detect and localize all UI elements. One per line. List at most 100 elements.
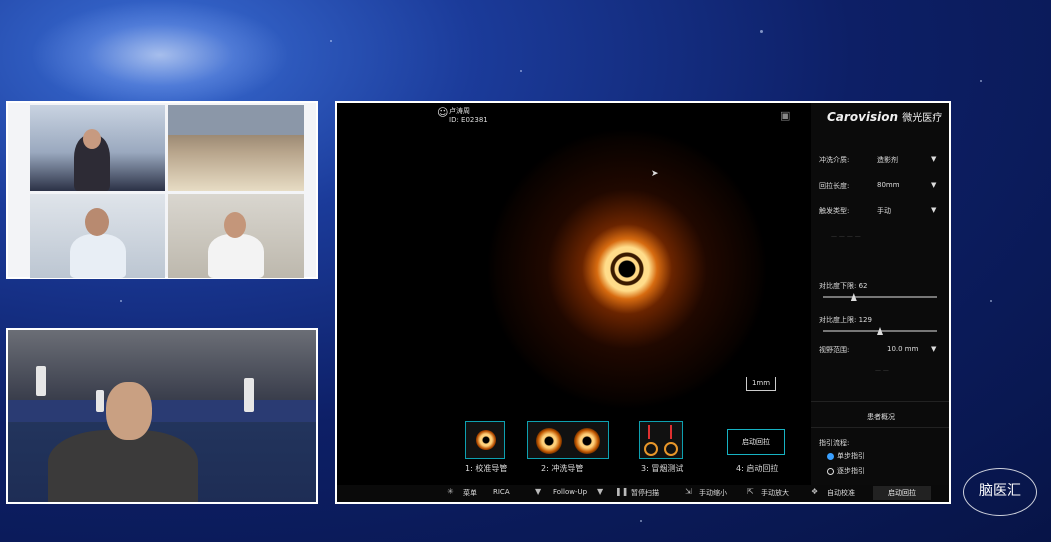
step-smoke-test-thumbnail[interactable]: [639, 421, 683, 459]
background-star: [520, 70, 522, 72]
water-bottle: [244, 378, 254, 412]
doctor-silhouette: [208, 234, 264, 278]
pullback-length-label: 回拉长度:: [819, 182, 850, 190]
oct-application-window: ☺ 卢涛周 ID: E02381 ▣ ➤ 1mm 1: 校准导管 2: 冲洗导管…: [335, 101, 951, 504]
carovision-logo: Carovision 微光医疗: [827, 110, 943, 124]
step-label-4: 4: 启动回拉: [736, 464, 779, 473]
guide-radio-stepwise[interactable]: [827, 468, 834, 475]
hall-screen: [168, 105, 304, 135]
panel-divider: [811, 401, 949, 402]
smoke-mark: [670, 425, 672, 439]
mode-select[interactable]: Follow-Up: [553, 488, 587, 496]
chevron-down-icon[interactable]: ▼: [931, 206, 936, 214]
disabled-option: — —: [875, 367, 889, 374]
step-flush-thumbnail[interactable]: [527, 421, 609, 459]
step-label-3: 3: 冒烟测试: [641, 464, 684, 473]
zoom-in-icon[interactable]: ⇱: [747, 487, 754, 496]
zoom-in-button[interactable]: 手动放大: [761, 488, 789, 498]
video-feed-2: [168, 105, 304, 191]
chevron-down-icon[interactable]: ▼: [535, 487, 541, 496]
fov-value[interactable]: 10.0 mm: [887, 345, 918, 353]
disabled-option: — — — —: [831, 233, 861, 240]
target-icon[interactable]: ❖: [811, 487, 818, 496]
fov-label: 视野范围:: [819, 346, 850, 354]
contrast-low-value: 62: [858, 282, 868, 290]
guide-radio-single[interactable]: [827, 453, 834, 460]
patient-info: ☺ 卢涛周 ID: E02381: [437, 107, 488, 125]
oct-thumb-ring: [536, 428, 562, 454]
zoom-out-button[interactable]: 手动缩小: [699, 488, 727, 498]
audience-video-feed: [6, 328, 318, 504]
workflow-steps: 1: 校准导管 2: 冲洗导管 3: 冒烟测试 启动回拉 4: 启动回拉: [457, 421, 797, 481]
doctor-face: [85, 208, 109, 236]
background-star: [990, 300, 992, 302]
video-feed-4: [168, 194, 304, 278]
guide-flow-label: 指引流程:: [819, 439, 850, 447]
audience-face: [106, 382, 152, 440]
contrast-high-value: 129: [858, 316, 872, 324]
guide-option-label: 逐步指引: [837, 467, 865, 475]
doctor-face: [224, 212, 246, 238]
camera-icon[interactable]: ▣: [780, 109, 790, 122]
step-label-2: 2: 冲洗导管: [541, 464, 584, 473]
background-star: [760, 30, 763, 33]
flush-medium-value[interactable]: 造影剂: [877, 155, 898, 165]
contrast-low-label: 对比度下限: 62: [819, 282, 868, 290]
step-calibrate-thumbnail[interactable]: [465, 421, 505, 459]
oct-thumb-ring: [476, 430, 496, 450]
background-star: [980, 80, 982, 82]
contrast-high-label: 对比度上限: 129: [819, 316, 872, 324]
background-star: [640, 520, 642, 522]
slider-handle[interactable]: [850, 293, 857, 301]
menu-button[interactable]: 菜单: [463, 488, 477, 498]
smoke-mark: [648, 425, 650, 439]
speaker-face: [83, 129, 101, 149]
chevron-down-icon[interactable]: ▼: [931, 155, 936, 163]
step-label-1: 1: 校准导管: [465, 464, 508, 473]
menu-icon[interactable]: ✳: [447, 487, 454, 496]
video-conference-grid: [6, 101, 318, 279]
background-glow: [30, 0, 290, 110]
trigger-type-value[interactable]: 手动: [877, 206, 891, 216]
mouse-cursor-icon: ➤: [651, 169, 659, 179]
audience-member: [48, 430, 198, 502]
background-star: [330, 40, 332, 42]
patient-overview-button[interactable]: 患者概况: [867, 412, 895, 422]
guide-option-label: 单步指引: [837, 452, 865, 460]
doctor-silhouette: [70, 234, 126, 278]
bottom-toolbar: ✳ 菜单 RICA ▼ Follow-Up ▼ ❚❚ 暂停扫描 ⇲ 手动缩小 ⇱…: [337, 485, 949, 502]
slider-handle[interactable]: [877, 327, 883, 335]
chevron-down-icon[interactable]: ▼: [597, 487, 603, 496]
scale-bar: 1mm: [746, 377, 776, 391]
start-pullback-step-button[interactable]: 启动回拉: [727, 429, 785, 455]
vessel-select[interactable]: RICA: [493, 488, 510, 496]
trigger-type-label: 触发类型:: [819, 207, 850, 215]
oct-thumb-ring: [574, 428, 600, 454]
flush-medium-label: 冲洗介质:: [819, 156, 850, 164]
patient-id: ID: E02381: [449, 116, 488, 124]
zoom-out-icon[interactable]: ⇲: [685, 487, 692, 496]
brainmed-watermark: 脑医汇: [963, 468, 1037, 516]
start-pullback-button[interactable]: 启动回拉: [873, 486, 931, 500]
oct-thumb-ring: [644, 442, 658, 456]
chevron-down-icon[interactable]: ▼: [931, 345, 936, 353]
background-star: [120, 300, 122, 302]
oct-thumb-ring: [664, 442, 678, 456]
oct-cross-section-image: [487, 129, 767, 409]
table-row: [8, 400, 316, 422]
patient-name: 卢涛周: [449, 107, 470, 115]
video-feed-1: [30, 105, 165, 191]
pause-icon[interactable]: ❚❚: [615, 487, 628, 496]
contrast-high-slider[interactable]: [823, 327, 937, 335]
settings-panel: Carovision 微光医疗 冲洗介质: 造影剂 ▼ 回拉长度: 80mm ▼…: [811, 103, 949, 485]
panel-divider: [811, 427, 949, 428]
water-bottle: [36, 366, 46, 396]
pause-scan-button[interactable]: 暂停扫描: [631, 488, 659, 498]
user-icon: ☺: [437, 106, 449, 119]
pullback-length-value[interactable]: 80mm: [877, 181, 900, 189]
chevron-down-icon[interactable]: ▼: [931, 181, 936, 189]
contrast-low-slider[interactable]: [823, 293, 937, 301]
water-bottle: [96, 390, 104, 412]
auto-calibrate-button[interactable]: 自动校准: [827, 488, 855, 498]
video-feed-3: [30, 194, 165, 278]
